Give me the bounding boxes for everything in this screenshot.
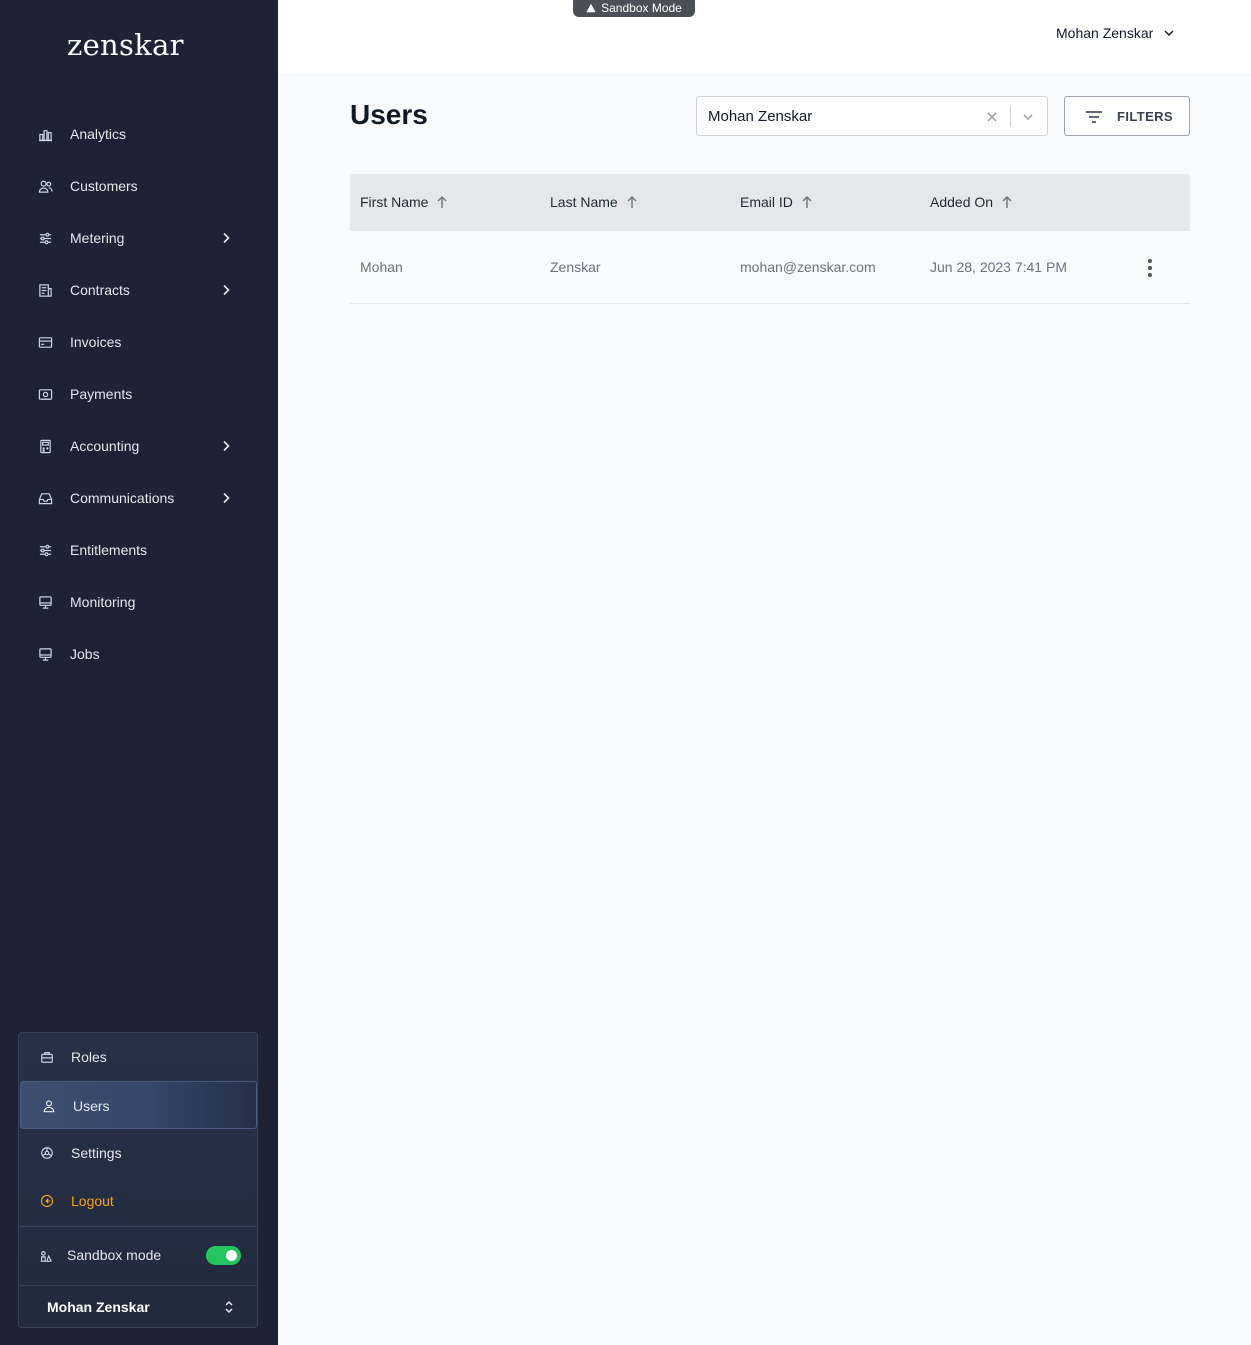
column-header-label: First Name [360, 194, 429, 210]
inbox-icon [38, 491, 53, 506]
sidebar-item-label: Settings [71, 1145, 122, 1161]
sidebar-item-label: Contracts [70, 282, 130, 298]
sandbox-mode-toggle[interactable] [206, 1246, 241, 1265]
sidebar-bottom-panel: Roles Users Settings Logout Sandbox mode… [18, 1032, 258, 1328]
sidebar-item-label: Users [73, 1098, 110, 1114]
cell-first-name: Mohan [360, 259, 403, 275]
sidebar-nav: Analytics Customers Metering Contracts I… [0, 108, 278, 680]
sidebar-item-monitoring[interactable]: Monitoring [0, 576, 278, 628]
user-select[interactable]: Mohan Zenskar [696, 96, 1048, 136]
sidebar-item-users[interactable]: Users [20, 1081, 257, 1129]
sidebar-item-label: Entitlements [70, 542, 148, 558]
sandbox-mode-label: Sandbox mode [67, 1247, 162, 1263]
sidebar-item-invoices[interactable]: Invoices [0, 316, 278, 368]
sidebar-item-label: Analytics [70, 126, 127, 142]
sidebar-item-label: Jobs [70, 646, 100, 662]
chevron-up-down-icon [222, 1299, 236, 1315]
sidebar-item-contracts[interactable]: Contracts [0, 264, 278, 316]
user-icon [42, 1099, 56, 1113]
sidebar-item-payments[interactable]: Payments [0, 368, 278, 420]
warning-icon [586, 3, 596, 13]
sidebar-item-entitlements[interactable]: Entitlements [0, 524, 278, 576]
chevron-right-icon [219, 491, 233, 505]
chevron-down-icon[interactable] [1021, 110, 1035, 124]
sidebar-item-settings[interactable]: Settings [19, 1129, 257, 1177]
filter-icon [1085, 109, 1103, 125]
sidebar-item-metering[interactable]: Metering [0, 212, 278, 264]
monitor-icon [38, 647, 53, 662]
settings-icon [40, 1146, 54, 1160]
sort-arrow-up-icon [1002, 196, 1012, 208]
sidebar-item-communications[interactable]: Communications [0, 472, 278, 524]
sandbox-icon [39, 1249, 53, 1263]
clear-icon[interactable] [985, 110, 999, 124]
current-user-switcher[interactable]: Mohan Zenskar [19, 1286, 257, 1327]
top-bar: Sandbox Mode Mohan Zenskar [278, 0, 1251, 73]
logout-icon [40, 1194, 54, 1208]
sandbox-mode-row: Sandbox mode [19, 1227, 257, 1285]
sidebar-item-label: Communications [70, 490, 175, 506]
sidebar-item-label: Customers [70, 178, 138, 194]
sidebar-item-label: Metering [70, 230, 125, 246]
table-header: First Name Last Name Email ID Added On [350, 174, 1190, 231]
chevron-right-icon [219, 283, 233, 297]
sliders-icon [38, 543, 53, 558]
sort-arrow-up-icon [802, 196, 812, 208]
sidebar-item-label: Monitoring [70, 594, 136, 610]
toggle-knob [226, 1250, 237, 1261]
column-header-label: Last Name [550, 194, 618, 210]
filters-label: FILTERS [1117, 109, 1173, 124]
cell-email: mohan@zenskar.com [740, 259, 876, 275]
sidebar-item-label: Invoices [70, 334, 122, 350]
sort-arrow-up-icon [627, 196, 637, 208]
sandbox-badge-label: Sandbox Mode [601, 1, 682, 15]
sidebar-item-jobs[interactable]: Jobs [0, 628, 278, 680]
briefcase-icon [40, 1050, 54, 1064]
select-separator [1010, 106, 1011, 127]
logout-label: Logout [71, 1193, 114, 1209]
sidebar-item-roles[interactable]: Roles [19, 1033, 257, 1081]
chevron-down-icon [1164, 30, 1174, 37]
bar-chart-icon [38, 127, 53, 142]
column-header-added-on[interactable]: Added On [930, 194, 1013, 210]
account-menu[interactable]: Mohan Zenskar [1056, 22, 1175, 44]
current-user-name: Mohan Zenskar [47, 1299, 150, 1315]
credit-card-icon [38, 335, 53, 350]
users-icon [38, 179, 53, 194]
user-select-value: Mohan Zenskar [708, 108, 813, 125]
sandbox-mode-badge: Sandbox Mode [573, 0, 695, 17]
sidebar-item-label: Payments [70, 386, 133, 402]
column-header-first-name[interactable]: First Name [360, 194, 448, 210]
sidebar-item-label: Roles [71, 1049, 107, 1065]
row-actions-menu-icon[interactable] [1143, 256, 1157, 278]
sidebar-item-label: Accounting [70, 438, 140, 454]
contract-icon [38, 283, 53, 298]
filters-button[interactable]: FILTERS [1064, 96, 1190, 136]
cell-added-on: Jun 28, 2023 7:41 PM [930, 259, 1067, 275]
money-icon [38, 387, 53, 402]
account-name: Mohan Zenskar [1056, 25, 1154, 41]
column-header-label: Added On [930, 194, 994, 210]
sidebar-item-analytics[interactable]: Analytics [0, 108, 278, 160]
sidebar: zenskar Analytics Customers Metering Con… [0, 0, 278, 1345]
sidebar-item-customers[interactable]: Customers [0, 160, 278, 212]
monitor-icon [38, 595, 53, 610]
column-header-email-id[interactable]: Email ID [740, 194, 813, 210]
chevron-right-icon [219, 231, 233, 245]
page-title: Users [350, 99, 428, 130]
users-table: First Name Last Name Email ID Added On M… [350, 174, 1190, 304]
sliders-icon [38, 231, 53, 246]
sort-arrow-up-icon [437, 196, 447, 208]
logout-button[interactable]: Logout [19, 1177, 257, 1225]
zenskar-logo[interactable]: zenskar [67, 28, 184, 62]
column-header-last-name[interactable]: Last Name [550, 194, 638, 210]
sidebar-item-accounting[interactable]: Accounting [0, 420, 278, 472]
chevron-right-icon [219, 439, 233, 453]
table-row[interactable]: Mohan Zenskar mohan@zenskar.com Jun 28, … [350, 231, 1190, 304]
calculator-icon [38, 439, 53, 454]
cell-last-name: Zenskar [550, 259, 601, 275]
column-header-label: Email ID [740, 194, 793, 210]
